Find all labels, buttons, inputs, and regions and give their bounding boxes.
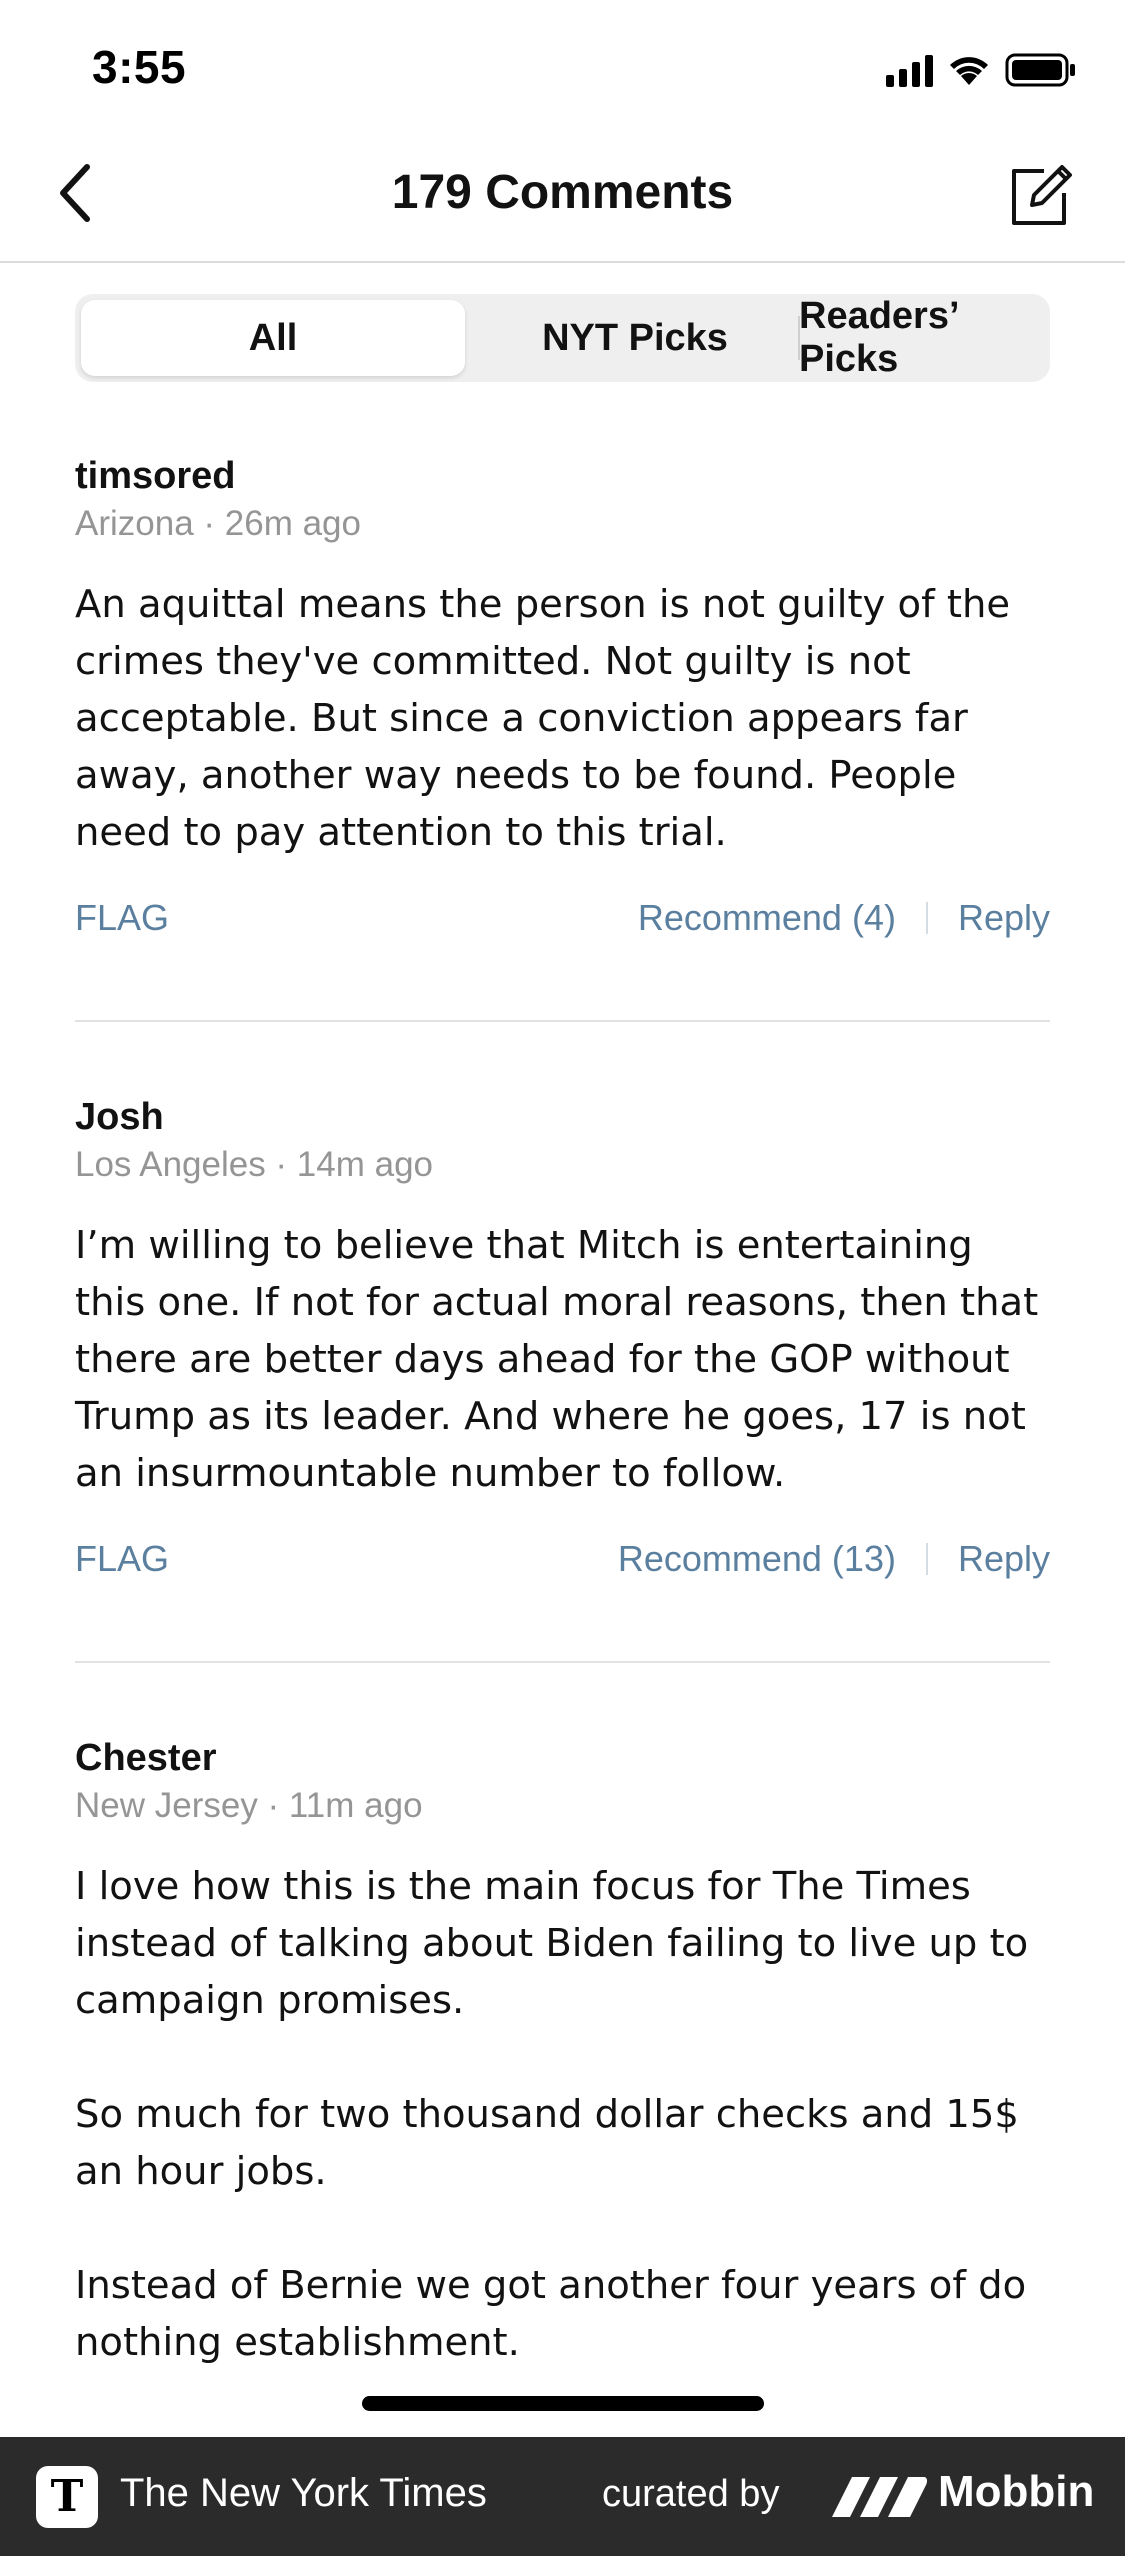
flag-button[interactable]: FLAG: [75, 897, 169, 939]
comment: Josh Los Angeles · 14m ago I’m willing t…: [75, 1093, 1050, 1590]
comment-action-group: Recommend (4) Reply: [638, 897, 1050, 939]
recommend-button[interactable]: Recommend (4): [638, 897, 896, 939]
compose-icon: [1012, 165, 1072, 225]
battery-icon: [1005, 53, 1075, 87]
status-icons: [886, 50, 1077, 90]
comment-paragraph: An aquittal means the person is not guil…: [75, 582, 1011, 855]
comment-actions: FLAG Recommend (13) Reply: [75, 1530, 1050, 1590]
comment-actions: FLAG Recommend (4) Reply: [75, 889, 1050, 949]
comment-author[interactable]: Chester: [75, 1734, 1050, 1782]
reply-button[interactable]: Reply: [958, 1538, 1050, 1580]
compose-button[interactable]: [1001, 155, 1081, 235]
tab-readers-picks[interactable]: Readers’ Picks: [799, 295, 1044, 380]
mobbin-brand: Mobbin: [938, 2467, 1095, 2516]
curated-by-label: curated by: [602, 2473, 780, 2515]
action-separator: [925, 902, 928, 934]
comment-meta: New Jersey · 11m ago: [75, 1786, 423, 1825]
action-separator: [925, 1543, 928, 1575]
wifi-icon: [950, 57, 988, 85]
signal-icon: [886, 53, 933, 87]
comment-paragraph: I love how this is the main focus for Th…: [75, 1864, 1029, 2023]
comment-divider: [75, 1020, 1050, 1022]
comment-action-group: Recommend (13) Reply: [618, 1538, 1050, 1580]
comment: Chester New Jersey · 11m ago I love how …: [75, 1734, 1050, 2371]
comment-body: An aquittal means the person is not guil…: [75, 576, 1050, 861]
tab-nyt-picks[interactable]: NYT Picks: [471, 300, 799, 376]
comment: timsored Arizona · 26m ago An aquittal m…: [75, 452, 1050, 949]
comment-author[interactable]: timsored: [75, 452, 1050, 500]
mobbin-logo-icon: [832, 2477, 928, 2517]
attribution-banner: T The New York Times curated by Mobbin: [0, 2437, 1125, 2556]
page-title: 179 Comments: [391, 166, 734, 219]
nyt-logo-icon: T: [36, 2466, 98, 2528]
comment-meta: Arizona · 26m ago: [75, 504, 361, 543]
reply-button[interactable]: Reply: [958, 897, 1050, 939]
comment-body: I’m willing to believe that Mitch is ent…: [75, 1217, 1050, 1502]
status-bar: 3:55: [0, 0, 1125, 135]
comment-divider: [75, 1661, 1050, 1663]
recommend-button[interactable]: Recommend (13): [618, 1538, 896, 1580]
tab-all[interactable]: All: [81, 300, 465, 376]
comment-body: I love how this is the main focus for Th…: [75, 1858, 1050, 2371]
nav-header: 179 Comments: [0, 135, 1125, 263]
comment-paragraph: Instead of Bernie we got another four ye…: [75, 2263, 1027, 2365]
publisher-name: The New York Times: [120, 2471, 487, 2515]
flag-button[interactable]: FLAG: [75, 1538, 169, 1580]
comment-filter-tabs: All NYT Picks Readers’ Picks: [75, 294, 1050, 382]
comment-author[interactable]: Josh: [75, 1093, 1050, 1141]
home-indicator: [362, 2396, 764, 2411]
status-time: 3:55: [92, 41, 187, 93]
comment-meta: Los Angeles · 14m ago: [75, 1145, 434, 1184]
comment-paragraph: I’m willing to believe that Mitch is ent…: [75, 1223, 1039, 1496]
comment-paragraph: So much for two thousand dollar checks a…: [75, 2092, 1019, 2194]
